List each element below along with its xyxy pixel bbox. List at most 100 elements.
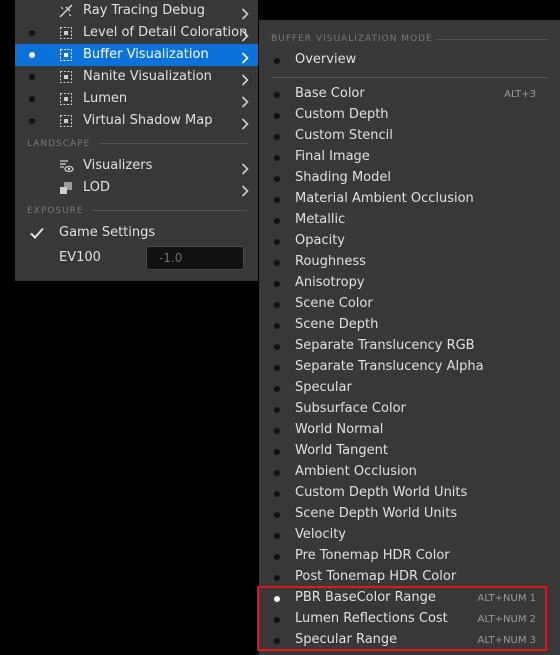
menu-item-game-settings[interactable]: Game Settings bbox=[15, 222, 258, 244]
submenu-item-label: Material Ambient Occlusion bbox=[295, 191, 474, 206]
radio-dot bbox=[29, 30, 35, 36]
menu-item-ray-tracing-debug[interactable]: Ray Tracing Debug bbox=[15, 0, 258, 22]
submenu-header: BUFFER VISUALIZATION MODE bbox=[271, 34, 433, 44]
radio-dot bbox=[274, 512, 280, 518]
radio-dot bbox=[274, 575, 280, 581]
submenu-item-label: Scene Color bbox=[295, 296, 373, 311]
submenu-item[interactable]: Scene Depth World Units bbox=[259, 504, 560, 525]
submenu-item[interactable]: Specular Range ALT+NUM 3 bbox=[259, 630, 560, 651]
radio-dot bbox=[29, 96, 35, 102]
submenu-item[interactable]: Subsurface Color bbox=[259, 399, 560, 420]
submenu-item[interactable]: Final Image bbox=[259, 147, 560, 168]
radio-dot bbox=[29, 118, 35, 124]
radio-dot bbox=[274, 554, 280, 560]
radio-dot bbox=[274, 428, 280, 434]
menu-item-label: Ray Tracing Debug bbox=[83, 3, 206, 18]
radio-dot bbox=[274, 176, 280, 182]
ray-tracing-icon bbox=[58, 3, 74, 19]
radio-dot bbox=[274, 281, 280, 287]
submenu-item[interactable]: Base Color ALT+3 bbox=[259, 84, 560, 105]
section-divider bbox=[92, 210, 247, 211]
menu-item-label: Buffer Visualization bbox=[83, 47, 209, 62]
radio-dot bbox=[274, 218, 280, 224]
submenu-item[interactable]: Roughness bbox=[259, 252, 560, 273]
submenu-item[interactable]: Anisotropy bbox=[259, 273, 560, 294]
submenu-item[interactable]: Lumen Reflections Cost ALT+NUM 2 bbox=[259, 609, 560, 630]
radio-dot bbox=[274, 407, 280, 413]
ev100-input[interactable]: -1.0 bbox=[146, 246, 244, 270]
lod-icon bbox=[58, 180, 74, 196]
submenu-item[interactable]: PBR BaseColor Range ALT+NUM 1 bbox=[259, 588, 560, 609]
menu-item-label: Virtual Shadow Map bbox=[83, 113, 213, 128]
submenu-item-label: Overview bbox=[295, 52, 357, 67]
menu-item-lod[interactable]: LOD bbox=[15, 177, 258, 199]
submenu-item[interactable]: Custom Depth bbox=[259, 105, 560, 126]
chevron-right-icon bbox=[241, 93, 249, 108]
chevron-right-icon bbox=[241, 115, 249, 130]
submenu-item[interactable]: Scene Depth bbox=[259, 315, 560, 336]
grid-icon bbox=[58, 91, 74, 107]
submenu-item-label: Metallic bbox=[295, 212, 346, 227]
submenu-item-label: Roughness bbox=[295, 254, 366, 269]
submenu-item[interactable]: Opacity bbox=[259, 231, 560, 252]
menu-item-label: Level of Detail Coloration bbox=[83, 25, 248, 40]
grid-icon bbox=[58, 113, 74, 129]
submenu-item[interactable]: Custom Stencil bbox=[259, 126, 560, 147]
menu-item-label: Game Settings bbox=[59, 225, 156, 240]
radio-dot bbox=[274, 533, 280, 539]
submenu-item-label: Subsurface Color bbox=[295, 401, 406, 416]
grid-icon bbox=[58, 25, 74, 41]
submenu-item[interactable]: Material Ambient Occlusion bbox=[259, 189, 560, 210]
submenu-item[interactable]: Ambient Occlusion bbox=[259, 462, 560, 483]
submenu-item-label: Base Color bbox=[295, 86, 365, 101]
menu-item-lumen[interactable]: Lumen bbox=[15, 88, 258, 110]
keyboard-shortcut: ALT+NUM 1 bbox=[477, 593, 537, 604]
submenu-item[interactable]: Post Tonemap HDR Color bbox=[259, 567, 560, 588]
menu-item-level-of-detail-coloration[interactable]: Level of Detail Coloration bbox=[15, 22, 258, 44]
submenu-item[interactable]: Metallic bbox=[259, 210, 560, 231]
radio-dot bbox=[274, 491, 280, 497]
section-divider bbox=[436, 39, 548, 40]
visualizers-icon bbox=[58, 158, 74, 174]
section-header-exposure: EXPOSURE bbox=[27, 206, 84, 216]
submenu-item[interactable]: World Tangent bbox=[259, 441, 560, 462]
radio-dot bbox=[29, 74, 35, 80]
menu-item-visualizers[interactable]: Visualizers bbox=[15, 155, 258, 177]
menu-item-buffer-visualization[interactable]: Buffer Visualization bbox=[15, 44, 258, 66]
menu-item-label: Nanite Visualization bbox=[83, 69, 212, 84]
submenu-item-label: World Normal bbox=[295, 422, 384, 437]
radio-dot bbox=[274, 155, 280, 161]
radio-dot bbox=[274, 58, 280, 64]
submenu-item-overview[interactable]: Overview bbox=[259, 50, 560, 71]
keyboard-shortcut: ALT+NUM 2 bbox=[477, 614, 537, 625]
radio-dot bbox=[274, 596, 280, 602]
radio-dot bbox=[274, 260, 280, 266]
menu-item-nanite-visualization[interactable]: Nanite Visualization bbox=[15, 66, 258, 88]
submenu-item[interactable]: World Normal bbox=[259, 420, 560, 441]
submenu-item-label: Shading Model bbox=[295, 170, 391, 185]
submenu-item[interactable]: Separate Translucency Alpha bbox=[259, 357, 560, 378]
submenu-item[interactable]: Specular bbox=[259, 378, 560, 399]
checkmark-icon bbox=[29, 225, 45, 241]
submenu-item[interactable]: Pre Tonemap HDR Color bbox=[259, 546, 560, 567]
section-header-landscape: LANDSCAPE bbox=[27, 139, 91, 149]
chevron-right-icon bbox=[241, 27, 249, 42]
submenu-item-label: Separate Translucency RGB bbox=[295, 338, 475, 353]
radio-dot bbox=[274, 638, 280, 644]
submenu-item[interactable]: Velocity bbox=[259, 525, 560, 546]
submenu-item[interactable]: Scene Color bbox=[259, 294, 560, 315]
chevron-right-icon bbox=[241, 5, 249, 20]
submenu-item-label: Custom Depth bbox=[295, 107, 389, 122]
ev100-label: EV100 bbox=[59, 250, 101, 265]
submenu-item-label: Ambient Occlusion bbox=[295, 464, 417, 479]
submenu-item[interactable]: Custom Depth World Units bbox=[259, 483, 560, 504]
radio-dot bbox=[274, 134, 280, 140]
radio-dot bbox=[274, 323, 280, 329]
radio-dot bbox=[274, 365, 280, 371]
menu-item-virtual-shadow-map[interactable]: Virtual Shadow Map bbox=[15, 110, 258, 132]
grid-icon bbox=[58, 69, 74, 85]
submenu-item[interactable]: Shading Model bbox=[259, 168, 560, 189]
menu-item-label: Visualizers bbox=[83, 158, 153, 173]
menu-item-label: LOD bbox=[83, 180, 111, 195]
submenu-item[interactable]: Separate Translucency RGB bbox=[259, 336, 560, 357]
